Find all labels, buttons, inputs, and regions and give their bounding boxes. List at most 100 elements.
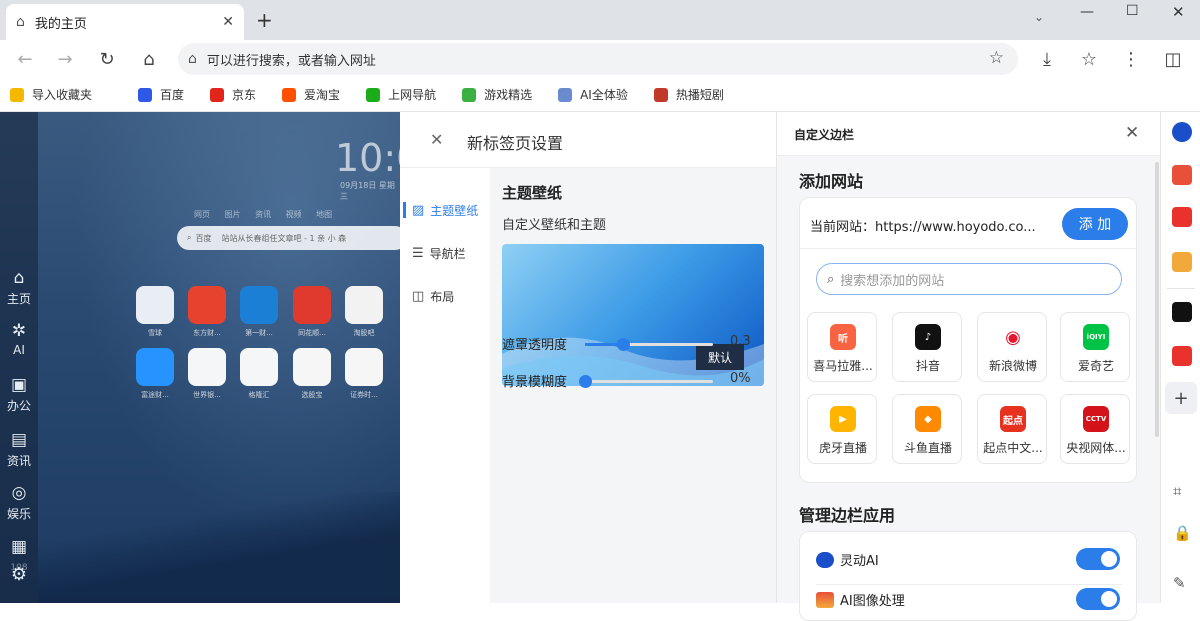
site-tile[interactable]: CCTV 央视网体...	[1060, 394, 1130, 464]
back-button[interactable]: ←	[8, 42, 42, 76]
favorites-button[interactable]: ☆	[1072, 42, 1106, 76]
ntp-app-label: 淘股吧	[353, 329, 375, 337]
rail-icon: ✲	[11, 321, 27, 341]
section-subtitle: 自定义壁纸和主题	[502, 218, 607, 233]
divider	[800, 248, 1136, 249]
tab-search-icon[interactable]: ⌄	[1034, 10, 1044, 24]
app-label: AI图像处理	[840, 594, 905, 609]
image-icon: ▨	[412, 203, 425, 218]
slider-label: 遮罩透明度	[502, 338, 568, 353]
search-engine[interactable]: 百度	[195, 233, 211, 244]
date: 09月18日 星期三	[340, 181, 395, 201]
nav-label: 布局	[430, 290, 455, 304]
bookmark-item[interactable]: AI全体验	[558, 86, 628, 103]
ntp-app-label: 世界银...	[193, 391, 221, 399]
sidebar-app-icon[interactable]	[1172, 252, 1192, 272]
minimize-button[interactable]: —	[1080, 4, 1094, 20]
page-icon: ⌂	[188, 51, 197, 67]
ntp-rail-item[interactable]: ◎ 娱乐	[0, 483, 38, 522]
ntp-search-box[interactable]: ⌕ 百度 站站从长春组任文章吧 - 1 亲 小 森	[177, 226, 400, 250]
new-tab-button[interactable]: +	[256, 8, 273, 32]
app-row-lingdong: 灵动AI	[816, 550, 879, 569]
ntp-rail-item[interactable]: ⌂ 主页	[0, 268, 38, 307]
rail-icon: ◎	[11, 483, 27, 503]
ntp-app-tile[interactable]	[240, 286, 278, 324]
robot-icon	[816, 551, 834, 568]
bookmark-item[interactable]: 上网导航	[366, 86, 436, 103]
bookmark-item[interactable]: 热播短剧	[653, 86, 724, 103]
nav-navbar[interactable]: ☰ 导航栏	[412, 245, 466, 262]
sidebar-app-icon[interactable]	[1172, 165, 1192, 185]
site-label: 抖音	[915, 359, 940, 373]
site-tile[interactable]: ◉ 新浪微博	[977, 312, 1047, 382]
ntp-app-tile[interactable]	[136, 348, 174, 386]
site-logo-icon: ◆	[915, 406, 941, 432]
ntp-app-tile[interactable]	[345, 286, 383, 324]
home-button[interactable]: ⌂	[132, 42, 166, 76]
menu-button[interactable]: ⋮	[1114, 42, 1148, 76]
close-window-button[interactable]: ✕	[1172, 3, 1185, 21]
sidebar-app-icon[interactable]	[1172, 302, 1192, 322]
site-tile[interactable]: 听喜马拉雅...	[807, 312, 877, 382]
slider-track[interactable]	[585, 343, 713, 346]
close-icon[interactable]: ✕	[430, 130, 443, 149]
ntp-app-tile[interactable]	[136, 286, 174, 324]
site-tile[interactable]: ◆ 斗鱼直播	[892, 394, 962, 464]
nav-theme-wallpaper[interactable]: ▨ 主题壁纸	[412, 202, 478, 219]
site-logo-glyph: ◆	[924, 413, 932, 425]
bookmark-item[interactable]: 百度	[138, 86, 184, 103]
crop-icon[interactable]: ⌗	[1173, 482, 1181, 500]
close-icon[interactable]: ✕	[1125, 123, 1139, 143]
bookmark-item[interactable]: 游戏精选	[462, 86, 532, 103]
edit-icon[interactable]: ✎	[1173, 574, 1186, 592]
site-search-input[interactable]: ⌕ 搜索想添加的网站	[816, 263, 1122, 295]
reload-button[interactable]: ↻	[90, 42, 124, 76]
bookmark-item[interactable]: 京东	[210, 86, 256, 103]
ntp-app-tile[interactable]	[345, 348, 383, 386]
sidebar-toggle-button[interactable]: ◫	[1156, 42, 1190, 76]
maximize-button[interactable]: ☐	[1126, 3, 1139, 19]
omnibox[interactable]: ⌂ 可以进行搜索，或者输入网址 ☆	[178, 43, 1018, 75]
site-tile[interactable]: 起点 起点中文...	[977, 394, 1047, 464]
ntp-rail-item[interactable]: ✲ AI	[0, 321, 38, 357]
site-tile[interactable]: ▶ 虎牙直播	[807, 394, 877, 464]
bookmark-item[interactable]: 导入收藏夹	[10, 86, 92, 103]
sidebar-app-icon[interactable]	[1172, 207, 1192, 227]
ntp-app-tile[interactable]	[188, 286, 226, 324]
slider-track[interactable]	[585, 380, 713, 383]
browser-sidebar: + ⌗ 🔒 ✎	[1160, 112, 1200, 603]
tab-my-home[interactable]: ⌂ 我的主页 ✕	[6, 4, 244, 40]
bookmark-item[interactable]: 爱淘宝	[282, 86, 340, 103]
slider-handle[interactable]	[579, 375, 592, 388]
site-logo-glyph: iQIYI	[1086, 333, 1106, 341]
ntp-rail-item[interactable]: ▣ 办公	[0, 375, 38, 414]
ntp-rail-item[interactable]: ▤ 资讯	[0, 430, 38, 469]
sidebar-icon: ◫	[1164, 48, 1182, 70]
ntp-search-tabs[interactable]: 网页 图片 资讯 视频 地图	[194, 209, 332, 220]
wallpaper-thumbnail[interactable]: 默认	[502, 244, 764, 386]
download-button[interactable]: ⤓	[1030, 42, 1064, 76]
scrollbar[interactable]	[1155, 162, 1159, 437]
toggle-ai-image[interactable]	[1076, 588, 1120, 610]
ntp-app-tile[interactable]	[188, 348, 226, 386]
sidebar-app-icon[interactable]	[1172, 122, 1192, 142]
site-tile[interactable]: ♪ 抖音	[892, 312, 962, 382]
site-tile[interactable]: iQIYI 爱奇艺	[1060, 312, 1130, 382]
forward-button[interactable]: →	[48, 42, 82, 76]
lock-icon[interactable]: 🔒	[1173, 524, 1192, 542]
nav-layout[interactable]: ◫ 布局	[412, 288, 454, 305]
ntp-app-tile[interactable]	[240, 348, 278, 386]
star-icon[interactable]: ☆	[989, 48, 1004, 68]
settings-gear-icon[interactable]: ⚙	[0, 564, 38, 585]
ntp-app-tile[interactable]	[293, 286, 331, 324]
site-logo-icon: ♪	[915, 324, 941, 350]
close-tab-icon[interactable]: ✕	[222, 14, 234, 30]
rail-label: 娱乐	[6, 507, 31, 521]
ntp-app-tile[interactable]	[293, 348, 331, 386]
sidebar-app-icon[interactable]	[1172, 346, 1192, 366]
add-sidebar-app-button[interactable]: +	[1165, 382, 1197, 414]
settings-content: 主题壁纸 自定义壁纸和主题 默认 遮罩透明度 0.3 背景模糊度 0%	[490, 168, 776, 603]
toggle-lingdong-ai[interactable]	[1076, 548, 1120, 570]
current-site-url: https://www.hoyodo.co...	[875, 220, 1036, 235]
add-button[interactable]: 添 加	[1062, 208, 1128, 240]
